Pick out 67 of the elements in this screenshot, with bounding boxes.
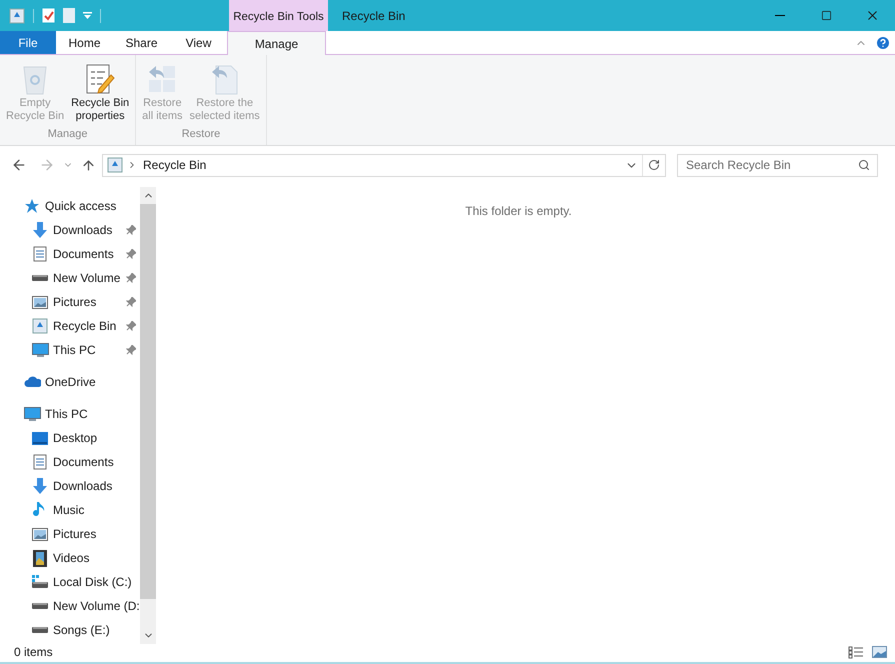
contextual-tab-header: Recycle Bin Tools [229,0,328,31]
drive-icon [32,274,48,282]
address-field[interactable]: Recycle Bin [102,154,666,176]
nav-item[interactable]: Documents [0,242,140,266]
drive-icon [32,626,48,634]
nav-item[interactable]: Music [0,498,140,522]
ribbon-tab[interactable]: View [170,31,227,54]
nav-item[interactable]: New Volume (D: [0,594,140,618]
drive-icon [32,602,48,610]
cloud-icon [24,376,40,388]
refresh-icon[interactable] [648,159,660,171]
nav-item[interactable]: This PC [0,338,140,362]
ribbon-tab[interactable]: Manage [227,31,326,55]
download-arrow-icon [32,221,48,239]
checklist-pencil-icon [85,63,116,95]
music-note-icon [33,501,47,519]
recycle-bin-icon [107,157,123,173]
nav-item[interactable]: Downloads [0,218,140,242]
nav-item[interactable]: Recycle Bin [0,314,140,338]
window-title: Recycle Bin [341,8,406,24]
empty-folder-message: This folder is empty. [465,203,572,220]
details-view-icon[interactable] [848,646,864,658]
pictures-icon [32,296,48,308]
nav-item[interactable]: Quick access [0,194,140,218]
dropdown-caret-icon[interactable] [83,12,92,20]
nav-item[interactable]: Desktop [0,426,140,450]
checkmark-page-icon[interactable] [42,8,55,23]
desktop-icon [32,432,48,444]
recycle-bin-icon [9,8,25,24]
help-icon[interactable] [875,34,891,50]
nav-item[interactable]: This PC [0,402,140,426]
system-drive-icon [32,575,48,589]
restore-arrow-page-icon [210,63,240,95]
nav-item[interactable]: Pictures [0,522,140,546]
nav-item[interactable]: OneDrive [0,370,140,394]
ribbon-tab[interactable]: File [0,31,56,54]
ribbon-tab[interactable]: Share [113,31,170,54]
document-icon [33,246,47,262]
nav-item[interactable]: Downloads [0,474,140,498]
maximize-icon [820,10,832,21]
nav-item[interactable]: Pictures [0,290,140,314]
nav-item[interactable]: Local Disk (C:) [0,570,140,594]
nav-item[interactable]: Songs (E:) [0,618,140,642]
film-icon [33,550,47,566]
search-field[interactable]: Search Recycle Bin [677,154,878,176]
ribbon-tab[interactable]: Home [56,31,113,54]
pictures-icon [32,528,48,540]
ribbon-command[interactable]: Recycle Bin properties [69,61,132,126]
download-arrow-icon [32,477,48,495]
group-label: Restore [182,126,220,142]
nav-item[interactable]: New Volume [0,266,140,290]
nav-item[interactable]: Videos [0,546,140,570]
up-icon[interactable] [81,158,96,172]
computer-monitor-icon [32,342,48,358]
star-icon [24,198,40,214]
large-icons-view-icon[interactable] [872,646,887,658]
nav-item[interactable]: Documents [0,450,140,474]
search-icon [858,158,870,170]
computer-monitor-icon [24,406,40,422]
document-icon [33,454,47,470]
recycle-bin-icon [32,318,48,334]
back-icon[interactable] [11,157,27,173]
minimize-icon [775,15,785,16]
forward-icon[interactable] [39,157,55,173]
item-count: 0 items [14,644,53,661]
breadcrumb-item[interactable]: Recycle Bin [143,156,206,174]
group-label: Manage [48,126,88,142]
